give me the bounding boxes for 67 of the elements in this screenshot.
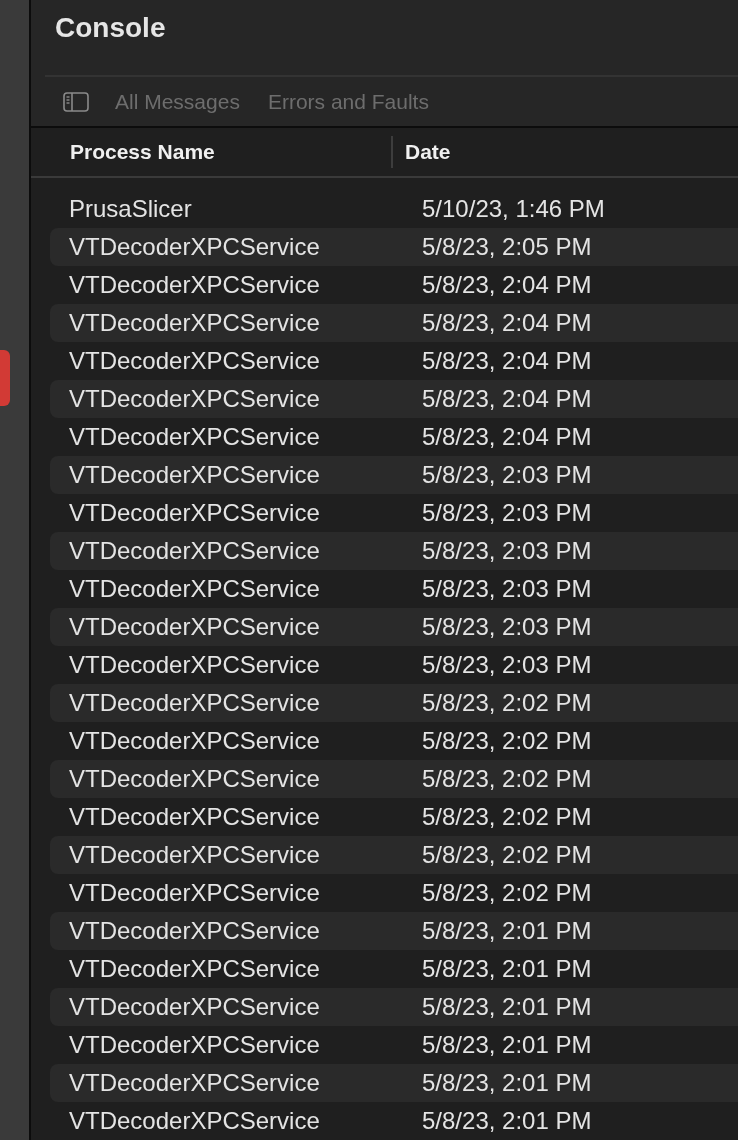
table-cell: 5/8/23, 2:01 PM (422, 1069, 592, 1097)
column-header[interactable]: Date (405, 140, 451, 165)
table-cell: 5/8/23, 2:03 PM (422, 651, 592, 679)
selection-indicator (0, 350, 10, 406)
table-cell: 5/8/23, 2:02 PM (422, 803, 592, 831)
table-row[interactable]: VTDecoderXPCService 5/8/23, 2:01 PM (50, 912, 738, 950)
table-cell-text: VTDecoderXPCService (68, 993, 321, 1021)
table-cell-text: VTDecoderXPCService (68, 803, 321, 831)
table-cell-text: VTDecoderXPCService (68, 917, 321, 945)
table-cell-text: VTDecoderXPCService (68, 461, 321, 489)
table-cell-text: VTDecoderXPCService (68, 727, 321, 755)
table-cell: 5/8/23, 2:02 PM (422, 689, 592, 717)
table-cell: 5/8/23, 2:03 PM (422, 461, 592, 489)
table-cell: 5/8/23, 2:01 PM (422, 1031, 592, 1059)
table-cell: 5/8/23, 2:01 PM (422, 993, 592, 1021)
table-cell-text: VTDecoderXPCService (68, 613, 321, 641)
table-cell: 5/8/23, 2:05 PM (422, 233, 592, 261)
table-cell-text: VTDecoderXPCService (68, 841, 321, 869)
table-cell: 5/8/23, 2:04 PM (422, 385, 592, 413)
table-cell-text: VTDecoderXPCService (68, 271, 321, 299)
table-cell-text: VTDecoderXPCService (68, 423, 321, 451)
table-row[interactable]: VTDecoderXPCService 5/8/23, 2:02 PM (50, 684, 738, 722)
column-header[interactable]: Process Name (31, 136, 393, 169)
table-cell: 5/8/23, 2:01 PM (422, 955, 592, 983)
table-cell-text: VTDecoderXPCService (68, 347, 321, 375)
window-title: Console (55, 12, 166, 44)
table-cell-text: VTDecoderXPCService (68, 879, 321, 907)
table-row[interactable]: VTDecoderXPCService 5/8/23, 2:01 PM (50, 1064, 738, 1102)
table-cell: 5/8/23, 2:04 PM (422, 271, 592, 299)
table-cell: 5/8/23, 2:02 PM (422, 841, 592, 869)
table-row[interactable]: VTDecoderXPCService 5/8/23, 2:04 PM (50, 380, 738, 418)
table-cell: 5/8/23, 2:03 PM (422, 499, 592, 527)
table-row[interactable]: VTDecoderXPCService 5/8/23, 2:03 PM (50, 456, 738, 494)
table-row[interactable]: VTDecoderXPCService 5/8/23, 2:01 PM (50, 988, 738, 1026)
table-cell-text: VTDecoderXPCService (68, 1069, 321, 1097)
table-cell: 5/8/23, 2:02 PM (422, 765, 592, 793)
table-cell-text: VTDecoderXPCService (68, 955, 321, 983)
table-cell-text: VTDecoderXPCService (68, 233, 321, 261)
table-cell-text: VTDecoderXPCService (68, 499, 321, 527)
table-cell-text: VTDecoderXPCService (68, 537, 321, 565)
sidebar-toggle-icon[interactable] (63, 91, 89, 112)
table-row[interactable]: VTDecoderXPCService 5/8/23, 2:05 PM (50, 228, 738, 266)
table-cell: 5/8/23, 2:02 PM (422, 727, 592, 755)
table-cell-text: VTDecoderXPCService (68, 309, 321, 337)
table-row[interactable]: VTDecoderXPCService 5/8/23, 2:03 PM (50, 608, 738, 646)
table-cell: 5/8/23, 2:04 PM (422, 347, 592, 375)
table-cell: 5/8/23, 2:01 PM (422, 1107, 592, 1135)
table-cell-text: PrusaSlicer (68, 195, 193, 223)
table-row[interactable]: VTDecoderXPCService 5/8/23, 2:03 PM (50, 532, 738, 570)
table-cell-text: VTDecoderXPCService (68, 765, 321, 793)
table-cell: 5/10/23, 1:46 PM (422, 195, 605, 223)
table-cell-text: VTDecoderXPCService (68, 1107, 321, 1135)
table-cell: 5/8/23, 2:02 PM (422, 879, 592, 907)
table-cell-text: VTDecoderXPCService (68, 651, 321, 679)
table-cell-text: VTDecoderXPCService (68, 1031, 321, 1059)
table-row[interactable]: VTDecoderXPCService 5/8/23, 2:02 PM (50, 760, 738, 798)
table-cell: 5/8/23, 2:03 PM (422, 575, 592, 603)
table-row[interactable]: VTDecoderXPCService 5/8/23, 2:04 PM (50, 304, 738, 342)
table-cell-text: VTDecoderXPCService (68, 385, 321, 413)
table-cell-text: VTDecoderXPCService (68, 689, 321, 717)
table-cell: 5/8/23, 2:04 PM (422, 423, 592, 451)
table-cell: 5/8/23, 2:01 PM (422, 917, 592, 945)
table-cell: 5/8/23, 2:04 PM (422, 309, 592, 337)
table-row[interactable]: VTDecoderXPCService 5/8/23, 2:02 PM (50, 836, 738, 874)
table-cell-text: VTDecoderXPCService (68, 575, 321, 603)
table-cell: 5/8/23, 2:03 PM (422, 537, 592, 565)
table-cell: 5/8/23, 2:03 PM (422, 613, 592, 641)
